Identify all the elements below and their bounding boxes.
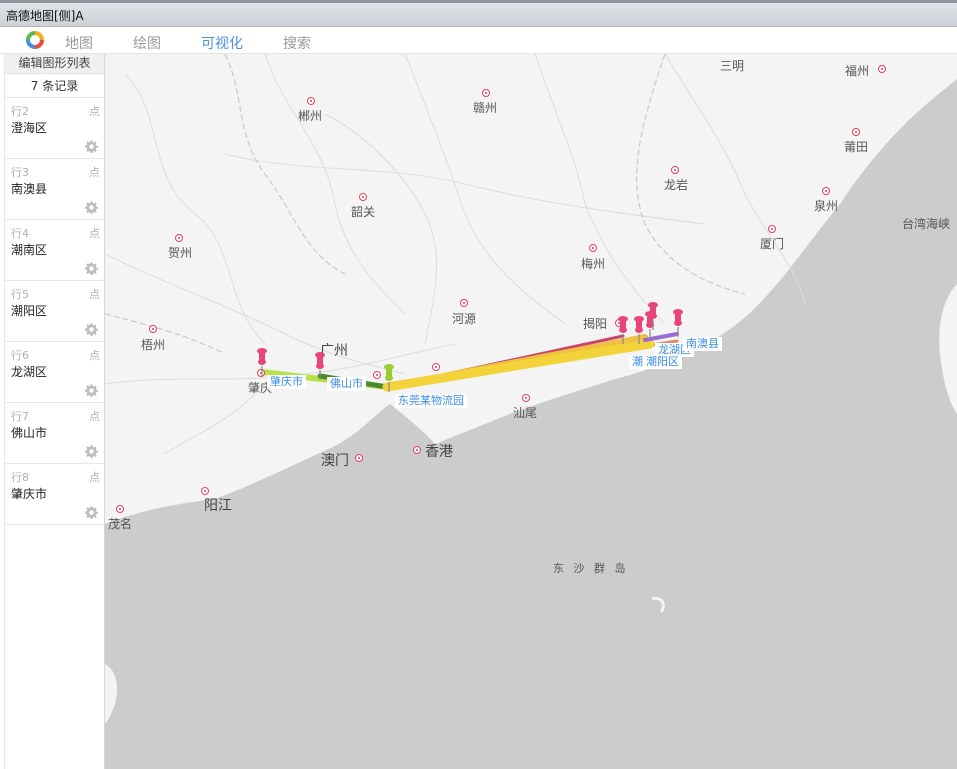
map-origin-pin-icon[interactable] [383, 363, 395, 393]
list-item[interactable]: 行4 点 潮南区 [5, 220, 104, 281]
gear-icon[interactable] [85, 201, 98, 214]
record-count: 7 条记录 [5, 74, 104, 98]
map-pin-icon[interactable] [256, 347, 268, 377]
record-row: 行2 [11, 105, 29, 118]
record-name: 肇庆市 [11, 487, 48, 501]
window-titlebar: 高德地图[侧]A [0, 0, 957, 27]
tab-visualize[interactable]: 可视化 [201, 33, 243, 53]
record-row: 行6 [11, 349, 29, 362]
record-row: 行5 [11, 288, 29, 301]
list-item[interactable]: 行5 点 潮阳区 [5, 281, 104, 342]
record-name: 潮南区 [11, 243, 48, 257]
tab-map[interactable]: 地图 [65, 33, 93, 53]
map-pin-icon[interactable] [314, 351, 326, 381]
record-name: 澄海区 [11, 121, 48, 135]
tab-draw[interactable]: 绘图 [133, 33, 161, 53]
record-type: 点 [89, 227, 100, 240]
list-item[interactable]: 行7 点 佛山市 [5, 403, 104, 464]
pin-layer [256, 301, 684, 393]
map-pin-icon[interactable] [617, 315, 629, 345]
record-name: 佛山市 [11, 426, 48, 440]
map-point-label[interactable]: 南澳县 [683, 337, 722, 351]
gear-icon[interactable] [85, 262, 98, 275]
map-point-label[interactable]: 佛山市 [327, 377, 366, 391]
record-type: 点 [89, 166, 100, 179]
gear-icon[interactable] [85, 384, 98, 397]
list-item[interactable]: 行3 点 南澳县 [5, 159, 104, 220]
gear-icon[interactable] [85, 506, 98, 519]
record-type: 点 [89, 410, 100, 423]
map-point-label[interactable]: 潮阳区 [643, 355, 682, 369]
map-pin-icon[interactable] [672, 308, 684, 338]
record-type: 点 [89, 105, 100, 118]
toolbar: 地图 绘图 可视化 搜索 [0, 27, 957, 54]
app-logo-icon [26, 31, 44, 49]
list-item[interactable]: 行2 点 澄海区 [5, 98, 104, 159]
list-item[interactable]: 行8 点 肇庆市 [5, 464, 104, 525]
gear-icon[interactable] [85, 323, 98, 336]
map-pin-icon[interactable] [633, 315, 645, 345]
record-name: 龙湖区 [11, 365, 48, 379]
gear-icon[interactable] [85, 140, 98, 153]
gear-icon[interactable] [85, 445, 98, 458]
map-point-label[interactable]: 肇庆市 [267, 375, 306, 389]
record-type: 点 [89, 471, 100, 484]
record-type: 点 [89, 349, 100, 362]
shape-list-header: 编辑图形列表 [5, 54, 104, 74]
list-item[interactable]: 行6 点 龙湖区 [5, 342, 104, 403]
record-type: 点 [89, 288, 100, 301]
map-point-label[interactable]: 东莞某物流园 [395, 394, 467, 408]
record-row: 行4 [11, 227, 29, 240]
record-name: 潮阳区 [11, 304, 48, 318]
record-row: 行7 [11, 410, 29, 423]
record-row: 行8 [11, 471, 29, 484]
tab-search[interactable]: 搜索 [283, 33, 311, 53]
record-row: 行3 [11, 166, 29, 179]
shape-list-panel: 编辑图形列表 7 条记录 行2 点 澄海区 行3 点 南澳县 行4 点 潮南区 … [4, 54, 105, 769]
map-point-label[interactable]: 潮 [629, 355, 646, 369]
window-title: 高德地图[侧]A [6, 9, 84, 23]
map-canvas[interactable]: 三明 福州 郴州 赣州 莆田 龙岩 泉州 韶关 台湾海峡 厦门 贺州 梅州 河源… [105, 54, 957, 769]
record-name: 南澳县 [11, 182, 48, 196]
